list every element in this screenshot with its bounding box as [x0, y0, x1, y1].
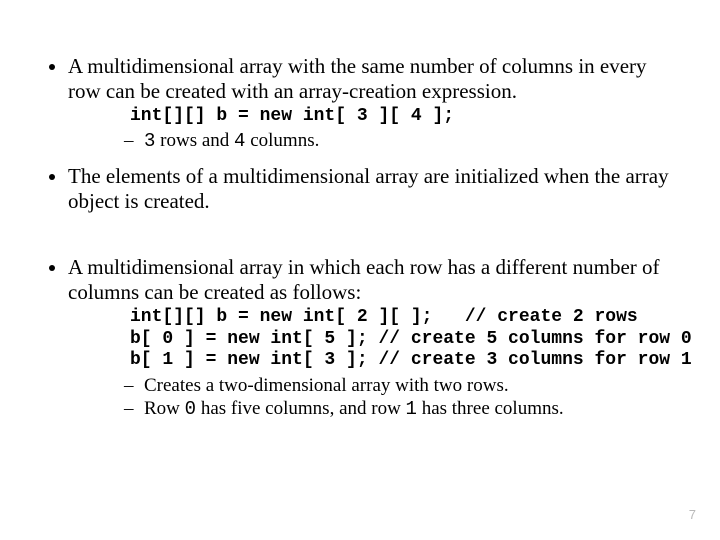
text-fragment: Creates a two-dimensional array with two…	[144, 375, 509, 396]
inline-code: 4	[234, 130, 245, 152]
inline-code: 1	[406, 398, 417, 420]
spacer	[68, 223, 680, 245]
text-fragment: columns.	[245, 130, 319, 151]
bullet-item-2: The elements of a multidimensional array…	[68, 164, 680, 214]
text-fragment: has three columns.	[417, 398, 564, 419]
code-block-1: int[][] b = new int[ 3 ][ 4 ];	[130, 106, 680, 128]
inline-code: 3	[144, 130, 155, 152]
inline-code: 0	[185, 398, 196, 420]
bullet-text: The elements of a multidimensional array…	[68, 164, 669, 213]
bullet-item-1: A multidimensional array with the same n…	[68, 54, 680, 154]
bullet-list: A multidimensional array with the same n…	[40, 54, 680, 422]
sub-bullet-item: 3 rows and 4 columns.	[124, 129, 680, 154]
slide-content: A multidimensional array with the same n…	[0, 0, 720, 540]
text-fragment: rows and	[155, 130, 234, 151]
sub-bullet-item: Row 0 has five columns, and row 1 has th…	[124, 397, 680, 422]
page-number: 7	[689, 507, 696, 522]
sub-bullet-list: 3 rows and 4 columns.	[68, 129, 680, 154]
text-fragment: Row	[144, 398, 185, 419]
bullet-text: A multidimensional array with the same n…	[68, 54, 647, 103]
text-fragment: has five columns, and row	[196, 398, 405, 419]
sub-bullet-item: Creates a two-dimensional array with two…	[124, 374, 680, 398]
sub-bullet-list: Creates a two-dimensional array with two…	[68, 374, 680, 423]
bullet-item-3: A multidimensional array in which each r…	[68, 255, 680, 422]
bullet-text: A multidimensional array in which each r…	[68, 255, 660, 304]
code-block-2: int[][] b = new int[ 2 ][ ]; // create 2…	[130, 307, 680, 372]
